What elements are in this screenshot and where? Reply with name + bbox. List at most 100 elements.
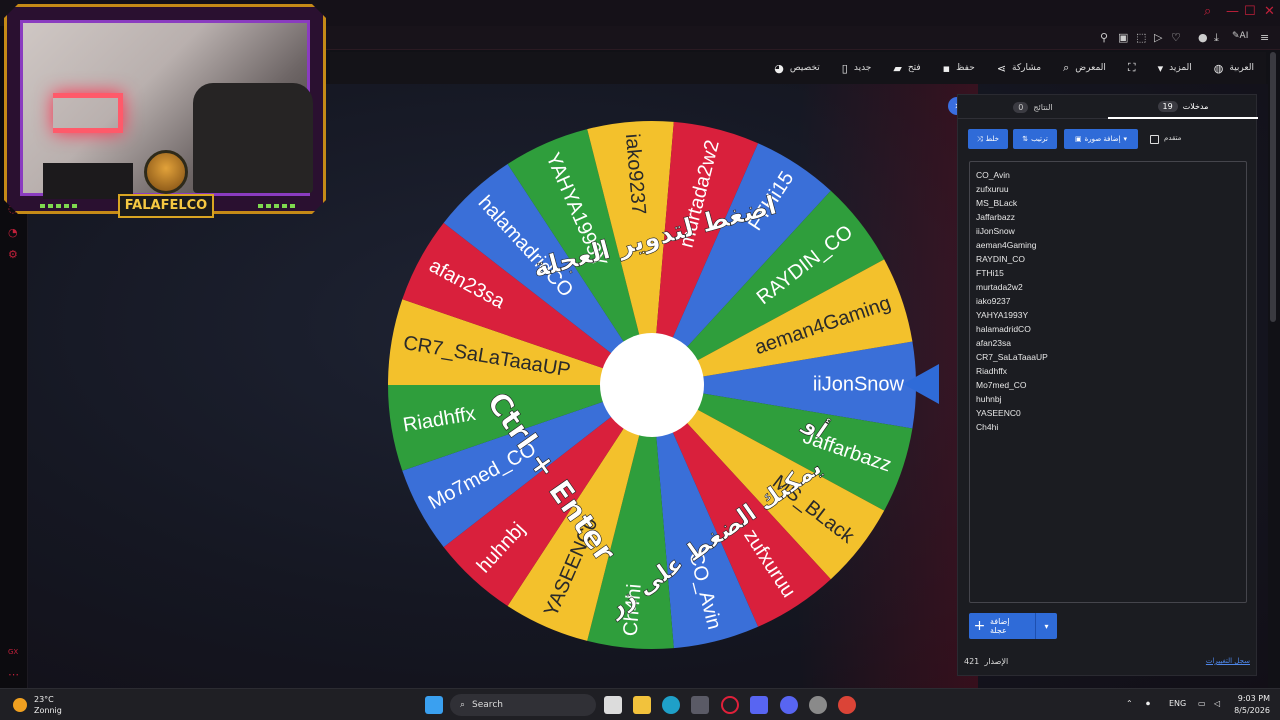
maximize-icon[interactable]: ☐	[1244, 4, 1256, 19]
network-icon[interactable]: ▭	[1198, 699, 1206, 708]
changelog-link[interactable]: سجل التغييرات	[1206, 657, 1250, 665]
app-toolbar: ◍ العربية ▾ المزيد ⛶ ⌕ المعرض ⋖ مشاركة ▪ حفظ …	[330, 52, 1266, 84]
opera-gx-icon[interactable]	[721, 696, 739, 714]
add-image-button[interactable]: ▣ إضافة صورة ▾	[1064, 129, 1138, 149]
entry-line[interactable]: aeman4Gaming	[976, 238, 1240, 252]
chevron-down-icon[interactable]: ▾	[1036, 622, 1057, 631]
entry-line[interactable]: zufxuruu	[976, 182, 1240, 196]
edge-icon[interactable]	[662, 696, 680, 714]
windows-taskbar: 23°C Zonnig ⌕ Search ⌃ ⏺ ENG ▭ ◁ 9:03 PM …	[0, 688, 1280, 720]
cube-icon[interactable]: ⬚	[1136, 31, 1146, 44]
search-icon: ⌕	[460, 700, 466, 710]
chevron-down-icon: ▾	[1123, 135, 1128, 143]
app-icon[interactable]	[809, 696, 827, 714]
shuffle-icon: ⤨	[977, 134, 983, 143]
close-icon[interactable]: ✕	[1264, 4, 1275, 19]
entry-line[interactable]: YASEENC0	[976, 406, 1240, 420]
entry-line[interactable]: CR7_SaLaTaaaUP	[976, 350, 1240, 364]
entry-line[interactable]: afan23sa	[976, 336, 1240, 350]
clock[interactable]: 9:03 PM 8/5/2026	[1226, 693, 1270, 717]
profile-icon[interactable]: ●	[1198, 31, 1208, 44]
page-scrollbar[interactable]	[1270, 52, 1276, 322]
sort-icon: ⇅	[1022, 135, 1029, 143]
ai-icon: ✎	[1232, 31, 1240, 41]
open-button[interactable]: ▰ فتح	[893, 62, 920, 75]
entry-line[interactable]: CO_Avin	[976, 168, 1240, 182]
wheel[interactable]: iiJonSnowJaffarbazzMS_BLackzufxuruuCO_Av…	[385, 118, 919, 652]
file-explorer-icon[interactable]	[633, 696, 651, 714]
sidebar-settings-icon[interactable]: ⚙	[8, 248, 18, 261]
entry-line[interactable]: iako9237	[976, 294, 1240, 308]
neon-light	[53, 93, 123, 133]
wheel-pointer	[903, 364, 939, 404]
video-app-icon[interactable]	[750, 696, 768, 714]
discord-icon[interactable]	[780, 696, 798, 714]
customize-button[interactable]: ◕ تخصيص	[774, 62, 819, 75]
advanced-label: متقدم	[1164, 134, 1182, 142]
entry-line[interactable]: Riadhffx	[976, 364, 1240, 378]
version-info: 421 الإصدار	[964, 657, 1009, 666]
entry-line[interactable]: iiJonSnow	[976, 224, 1240, 238]
language-button[interactable]: ◍ العربية	[1214, 62, 1254, 75]
sort-button[interactable]: ⇅ ترتيب	[1013, 129, 1057, 149]
fullscreen-icon: ⛶	[1127, 61, 1136, 74]
fullscreen-button[interactable]: ⛶	[1128, 61, 1136, 75]
entries-textarea[interactable]: CO_Avin zufxuruu MS_BLack Jaffarbazz iiJonSn…	[969, 161, 1247, 603]
download-icon[interactable]: ⤓	[1214, 31, 1219, 45]
pin-icon[interactable]: ⚲	[1100, 31, 1108, 44]
sun-icon[interactable]	[13, 698, 27, 712]
chrome-icon[interactable]	[838, 696, 856, 714]
entry-line[interactable]: RAYDIN_CO	[976, 252, 1240, 266]
entry-line[interactable]: YAHYA1993Y	[976, 308, 1240, 322]
entry-line[interactable]: Jaffarbazz	[976, 210, 1240, 224]
frame-decoration-right	[258, 204, 298, 208]
heart-icon[interactable]: ♡	[1171, 31, 1181, 44]
entry-line[interactable]: huhnbj	[976, 392, 1240, 406]
wheel-hub[interactable]	[600, 333, 704, 437]
tray-chevron-icon[interactable]: ⌃	[1126, 699, 1133, 708]
gx-icon[interactable]: GX	[8, 648, 18, 656]
new-button[interactable]: ▯ جديد	[842, 62, 872, 75]
add-wheel-button[interactable]: + إضافة عجلة ▾	[969, 613, 1057, 639]
play-icon[interactable]: ▷	[1154, 31, 1162, 44]
globe-icon: ◍	[1213, 61, 1224, 75]
tab-entries-label: مدخلات	[1182, 101, 1209, 111]
image-icon: ▣	[1074, 135, 1082, 143]
store-icon[interactable]	[691, 696, 709, 714]
save-button[interactable]: ▪ حفظ	[943, 62, 975, 75]
webcam-overlay: FALAFELCO	[0, 0, 330, 218]
tab-results-label: النتائج	[1033, 102, 1053, 112]
folder-icon: ▰	[893, 61, 902, 75]
advanced-checkbox[interactable]	[1150, 135, 1159, 144]
entry-line[interactable]: Ch4hi	[976, 420, 1240, 434]
tab-entries[interactable]: 19 مدخلات	[1108, 95, 1258, 119]
entry-line[interactable]: murtada2w2	[976, 280, 1240, 294]
menu-icon[interactable]: ≡	[1260, 31, 1269, 44]
entries-panel: 19 مدخلات 0 النتائج ⤨ خلط ⇅ ترتيب ▣ إضافة ص…	[957, 94, 1258, 676]
volume-icon[interactable]: ◁	[1214, 699, 1220, 708]
windows-start-icon[interactable]	[425, 696, 443, 714]
entry-line[interactable]: Mo7med_CO	[976, 378, 1240, 392]
minimize-icon[interactable]: —	[1226, 4, 1239, 19]
search-icon[interactable]: ⌕	[1204, 4, 1211, 19]
sidebar-messenger-icon[interactable]: ◔	[8, 226, 18, 239]
screenshot-icon[interactable]: ▣	[1118, 31, 1128, 44]
tab-results[interactable]: 0 النتائج	[958, 95, 1108, 119]
taskbar-search[interactable]: ⌕ Search	[450, 694, 596, 716]
ai-button[interactable]: ✎AI	[1232, 31, 1248, 41]
entry-line[interactable]: FTHi15	[976, 266, 1240, 280]
microphone-icon[interactable]: ⏺	[1146, 699, 1150, 709]
language-indicator[interactable]: ENG	[1169, 699, 1186, 708]
entries-count-badge: 19	[1157, 100, 1178, 112]
gallery-button[interactable]: ⌕ المعرض	[1063, 61, 1106, 75]
plus-icon: +	[973, 618, 986, 634]
share-button[interactable]: ⋖ مشاركة	[997, 62, 1041, 75]
weather-widget[interactable]: 23°C Zonnig	[34, 694, 62, 716]
search-icon: ⌕	[1063, 61, 1070, 74]
task-view-icon[interactable]	[604, 696, 622, 714]
more-button[interactable]: ▾ المزيد	[1158, 62, 1192, 75]
entry-line[interactable]: MS_BLack	[976, 196, 1240, 210]
entry-line[interactable]: halamadridCO	[976, 322, 1240, 336]
shuffle-button[interactable]: ⤨ خلط	[968, 129, 1008, 149]
sidebar-more-icon[interactable]: ⋯	[8, 668, 19, 681]
